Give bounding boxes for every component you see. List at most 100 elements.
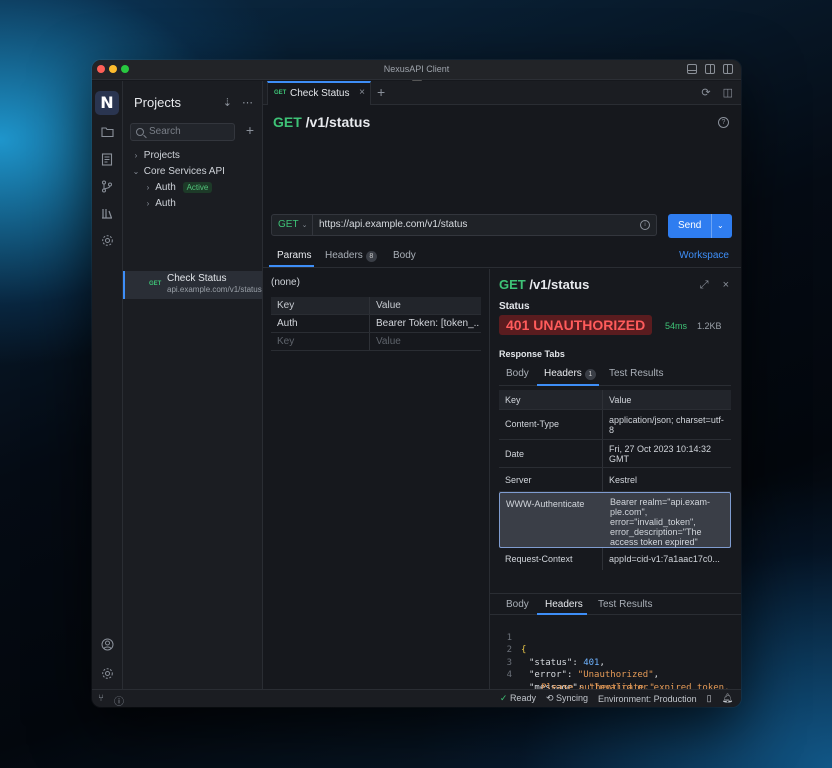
tab-params[interactable]: Params (277, 250, 311, 261)
tab-headers[interactable]: Headers 8 (325, 250, 377, 262)
response-body-code: 1 { 2 "status": 401, 3 "error": "Unautho… (490, 619, 741, 706)
expand-icon[interactable]: ⤢ (700, 279, 709, 292)
table-row[interactable]: Server Kestrel (499, 468, 731, 492)
tree-item-label: Projects (143, 150, 180, 161)
header-value: Kestrel (609, 475, 638, 485)
settings-gear-icon[interactable] (101, 234, 114, 247)
window-title: NexusAPI Client (383, 64, 450, 74)
tab-check-status[interactable]: GET Check Status × (267, 81, 371, 105)
help-circle-icon[interactable]: ⓘ (114, 693, 124, 707)
column-separator (369, 333, 370, 350)
close-icon[interactable]: × (723, 279, 729, 292)
ready-status: ✓ Ready (500, 693, 536, 704)
status-label: Status (499, 301, 530, 312)
projects-sidebar: Projects ⇣ ⋯ Search + › Projects ⌄ Core … (123, 81, 263, 689)
tab-test-results-view[interactable]: Test Results (598, 599, 652, 610)
layout-controls (687, 64, 733, 74)
new-tab-button[interactable]: + (377, 84, 385, 100)
method-select[interactable]: GET ⌄ (271, 214, 313, 236)
tree-item-check-status[interactable]: GET Check Status api.example.com/v1/stat… (123, 271, 262, 299)
chevron-right-icon: › (146, 199, 150, 208)
sync-status[interactable]: ⟲ Syncing (546, 693, 588, 704)
document-icon[interactable] (101, 153, 114, 166)
table-row[interactable]: Content-Type application/json; charset=u… (499, 410, 731, 440)
split-view-icon[interactable]: ◫ (723, 86, 733, 99)
status-badge: 401 UNAUTHORIZED (499, 315, 653, 335)
tree-item-projects[interactable]: › Projects (123, 148, 262, 164)
environment-selector[interactable]: Environment: Production (598, 694, 697, 704)
request-title-path: /v1/status (305, 114, 371, 130)
param-key: Auth (277, 318, 298, 329)
tree-item-auth[interactable]: › Auth (123, 196, 262, 212)
header-key: Request-Context (505, 554, 573, 564)
column-header-value: Value (376, 300, 401, 311)
book-icon[interactable]: ▯ (707, 693, 712, 704)
main-panel: GET Check Status × + ⟳ ◫ GET /v1/status … (263, 81, 741, 705)
column-separator (602, 410, 603, 439)
tab-response-headers-label: Headers (544, 368, 582, 379)
active-tab-indicator (269, 265, 314, 267)
sidebar-search-input[interactable]: Search (130, 123, 235, 141)
tab-body[interactable]: Body (393, 250, 416, 261)
headers-count-badge: 8 (365, 251, 377, 262)
sort-icon[interactable]: ⇣ (223, 96, 232, 109)
send-label: Send (678, 220, 702, 231)
code-line: 1 { (490, 619, 741, 656)
check-icon: ✓ (499, 693, 508, 703)
active-badge: Active (182, 182, 213, 193)
tree-item-label: Auth (155, 198, 176, 209)
send-button[interactable]: Send ⌄ (668, 214, 732, 238)
table-header-row: Key Value (271, 297, 481, 315)
table-row-selected[interactable]: WWW-Authenticate Bearer realm="api.exam-… (499, 492, 731, 548)
url-input[interactable]: https://api.example.com/v1/status i (313, 214, 657, 236)
tab-test-results[interactable]: Test Results (609, 368, 663, 379)
sync-icon: ⟲ (545, 693, 554, 703)
table-row[interactable]: Request-Context appId=cid-v1:7a1aac17c0.… (499, 548, 731, 570)
code-line: 3 "error": "Unauthorized", (490, 644, 741, 681)
info-icon[interactable]: i (640, 220, 650, 230)
request-name: Check Status (167, 273, 227, 284)
params-none-label: (none) (271, 277, 300, 288)
search-icon (136, 128, 144, 136)
tab-label: Check Status (290, 88, 350, 99)
statusbar-left: ⑂ ⓘ (98, 693, 124, 707)
send-options-chevron-icon[interactable]: ⌄ (717, 214, 724, 238)
source-control-icon[interactable]: ⑂ (98, 693, 104, 707)
workspace-link[interactable]: Workspace (679, 250, 729, 261)
response-size: 1.2KB (697, 321, 722, 331)
tree-item-auth-active[interactable]: › Auth Active (123, 180, 262, 196)
toggle-bottom-panel-icon[interactable] (687, 64, 697, 74)
add-item-button[interactable]: + (246, 122, 254, 138)
response-title: GET /v1/status (499, 277, 589, 292)
header-value: Bearer realm="api.exam-ple.com", error="… (610, 497, 710, 547)
bell-icon[interactable]: 🔔︎ (722, 693, 733, 704)
tab-body-view[interactable]: Body (506, 599, 529, 610)
table-row[interactable]: Auth Bearer Token: [token_... (271, 315, 481, 333)
response-title-path: /v1/status (529, 277, 590, 292)
request-title-method: GET (273, 114, 302, 130)
app-logo: N (95, 91, 119, 115)
param-value: Bearer Token: [token_... (376, 318, 480, 329)
toggle-left-panel-icon[interactable] (723, 64, 733, 74)
tab-response-body[interactable]: Body (506, 368, 529, 379)
library-icon[interactable] (101, 207, 114, 220)
more-options-icon[interactable]: ⋯ (242, 96, 253, 109)
code-line: 4 "message": "Invalid or expired token. (490, 657, 741, 693)
table-row[interactable]: Date Fri, 27 Oct 2023 10:14:32 GMT (499, 440, 731, 468)
close-tab-icon[interactable]: × (359, 87, 365, 98)
new-param-row[interactable]: Key Value (271, 333, 481, 351)
header-value: application/json; charset=utf-8 (609, 415, 724, 435)
method-select-value: GET (278, 219, 299, 230)
folder-icon[interactable] (101, 126, 114, 139)
tab-headers-view[interactable]: Headers (545, 599, 583, 610)
tree-item-core-services-api[interactable]: ⌄ Core Services API (123, 164, 262, 180)
account-icon[interactable] (101, 638, 114, 651)
refresh-icon[interactable]: ⟳ (701, 86, 710, 99)
statusbar-right: ✓ Ready ⟲ Syncing Environment: Productio… (500, 693, 733, 704)
help-icon[interactable]: ? (718, 117, 729, 128)
manage-gear-icon[interactable] (101, 667, 114, 680)
response-pane: GET /v1/status ⤢ × Status 401 UNAUTHORIZ… (490, 269, 741, 705)
toggle-right-panel-icon[interactable] (705, 64, 715, 74)
tab-response-headers[interactable]: Headers 1 (544, 368, 596, 380)
git-branch-icon[interactable] (101, 180, 114, 193)
